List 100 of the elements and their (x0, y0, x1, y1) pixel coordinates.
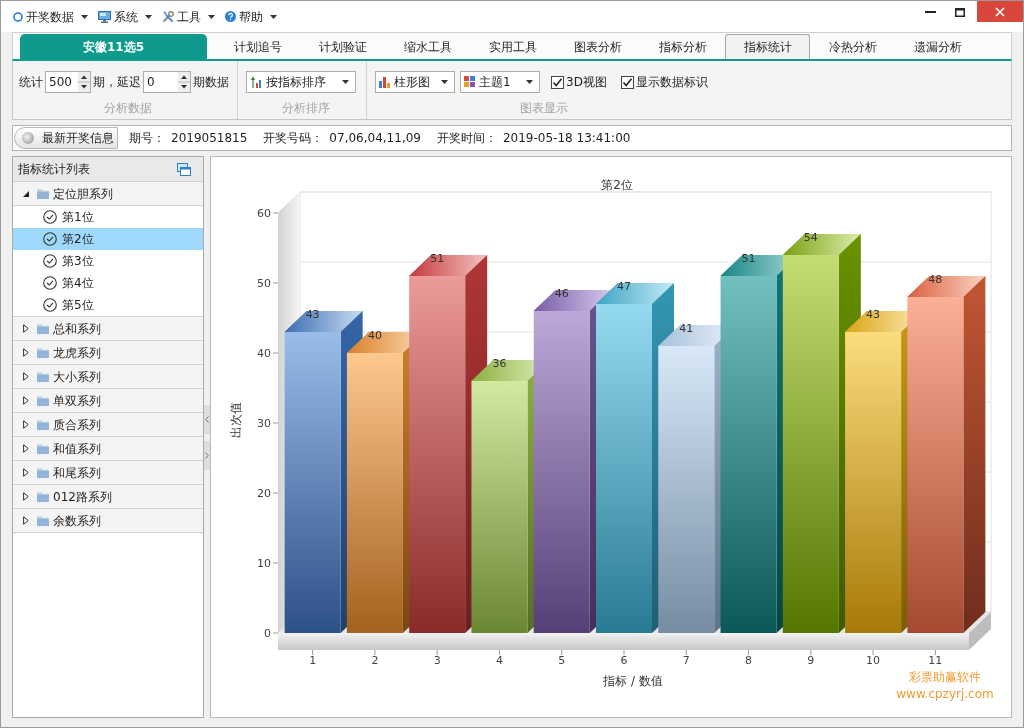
x-tick-label: 11 (928, 654, 943, 667)
menu-item[interactable]: 系统 (96, 5, 154, 28)
minimize-icon (924, 11, 936, 13)
tree-group-item[interactable]: 总和系列 (13, 317, 203, 341)
latest-draw-button[interactable]: 最新开奖信息 (14, 127, 118, 149)
bar-value-label: 36 (492, 357, 507, 370)
collapsed-triangle-icon[interactable] (23, 468, 29, 477)
folder-icon (37, 515, 49, 526)
x-tick-label: 6 (620, 654, 628, 667)
dot-icon (22, 132, 34, 144)
collapsed-triangle-icon[interactable] (23, 492, 29, 501)
tab[interactable]: 图表分析 (555, 34, 640, 59)
bar-value-label: 40 (367, 329, 382, 342)
bar-value-label: 47 (617, 280, 631, 293)
tree-group-item[interactable]: 和尾系列 (13, 461, 203, 485)
y-tick-label: 20 (257, 487, 271, 500)
ring-icon (13, 11, 23, 22)
chart-type-dropdown[interactable]: 柱形图 (375, 71, 455, 93)
collapsed-triangle-icon[interactable] (23, 444, 29, 453)
periods-label: 期数据 (193, 74, 229, 91)
tab[interactable]: 冷热分析 (810, 34, 895, 59)
expanded-triangle-icon[interactable] (23, 190, 29, 197)
menu-item[interactable]: 开奖数据 (11, 5, 90, 28)
count-label: 统计 (19, 74, 43, 91)
x-tick-label: 2 (371, 654, 379, 667)
folder-icon (37, 188, 49, 199)
checkbox-label: 3D视图 (566, 74, 607, 91)
collapsed-triangle-icon[interactable] (23, 396, 29, 405)
bar-value-label: 43 (866, 308, 881, 321)
windows-icon[interactable] (177, 162, 191, 176)
chevron-left-icon (205, 415, 209, 423)
chart-title: 第2位 (601, 178, 633, 192)
chevron-right-icon (205, 451, 209, 459)
tree-group-item[interactable]: 012路系列 (13, 485, 203, 509)
x-tick-label: 7 (682, 654, 690, 667)
delay-field[interactable]: 0 (143, 71, 191, 93)
x-axis-title: 指标 / 数值 (603, 674, 663, 688)
tab[interactable]: 计划追号 (215, 34, 300, 59)
group-label: 图表显示 (520, 100, 568, 117)
sort-dropdown[interactable]: 按指标排序 (246, 71, 356, 93)
tree-group-item[interactable]: 龙虎系列 (13, 341, 203, 365)
tree-group-item[interactable]: 质合系列 (13, 413, 203, 437)
folder-icon (37, 395, 49, 406)
info-label: 开奖号码： (263, 130, 324, 147)
bar-value-label: 54 (803, 231, 818, 244)
tree-group-item[interactable]: 定位胆系列 (13, 182, 203, 206)
checkbox[interactable] (551, 75, 564, 89)
x-tick-label: 10 (866, 654, 881, 667)
collapsed-triangle-icon[interactable] (23, 324, 29, 333)
y-tick-label: 30 (257, 417, 271, 430)
tree-group-item[interactable]: 大小系列 (13, 365, 203, 389)
tab[interactable]: 遗漏分析 (895, 34, 980, 59)
collapsed-triangle-icon[interactable] (23, 420, 29, 429)
folder-icon (37, 347, 49, 358)
bar-value-label: 46 (554, 287, 569, 300)
x-tick-label: 1 (309, 654, 317, 667)
theme-dropdown[interactable]: 主题1 (460, 71, 540, 93)
help-icon (225, 11, 236, 22)
info-value: 2019051815 (171, 130, 248, 147)
collapsed-triangle-icon[interactable] (23, 372, 29, 381)
bar-value-label: 41 (679, 322, 694, 335)
x-tick-label: 4 (495, 654, 503, 667)
menu-item[interactable]: 工具 (160, 5, 217, 28)
folder-icon (37, 419, 49, 430)
close-icon (995, 6, 1005, 17)
count-field[interactable]: 500 (45, 71, 91, 93)
bar-chart-icon (379, 76, 391, 88)
y-tick-label: 0 (264, 627, 271, 640)
info-label: 期号： (129, 130, 165, 147)
caret-down-icon (270, 14, 277, 19)
folder-icon (37, 371, 49, 382)
x-tick-label: 3 (433, 654, 441, 667)
y-tick-label: 10 (257, 557, 271, 570)
monitor-icon (98, 10, 111, 23)
clock-check-icon (43, 298, 57, 312)
tree-group-item[interactable]: 单双系列 (13, 389, 203, 413)
tree-group-item[interactable]: 余数系列 (13, 509, 203, 533)
color-grid-icon (464, 76, 476, 88)
tab[interactable]: 实用工具 (470, 34, 555, 59)
checkbox[interactable] (620, 75, 634, 89)
folder-icon (37, 467, 49, 478)
x-tick-label: 5 (558, 654, 566, 667)
spin-arrows-icon (78, 72, 90, 92)
bar-value-label: 48 (928, 273, 943, 286)
menu-item[interactable]: 帮助 (223, 5, 279, 28)
spin-arrows-icon (178, 72, 190, 92)
collapsed-triangle-icon[interactable] (23, 516, 29, 525)
chart-credit: www.cpzyrj.com (896, 687, 994, 701)
clock-check-icon (43, 210, 57, 224)
collapsed-triangle-icon[interactable] (23, 348, 29, 357)
folder-icon (37, 443, 49, 454)
tab[interactable]: 指标统计 (725, 34, 810, 59)
tree-item[interactable]: 第2位 (13, 228, 203, 250)
info-label: 开奖时间： (436, 130, 497, 147)
tree-group-item[interactable]: 和值系列 (13, 437, 203, 461)
tab[interactable]: 指标分析 (640, 34, 725, 59)
tab[interactable]: 计划验证 (300, 34, 385, 59)
bar-value-label: 51 (741, 252, 756, 265)
tab[interactable]: 缩水工具 (385, 34, 470, 59)
y-tick-label: 40 (257, 347, 271, 360)
